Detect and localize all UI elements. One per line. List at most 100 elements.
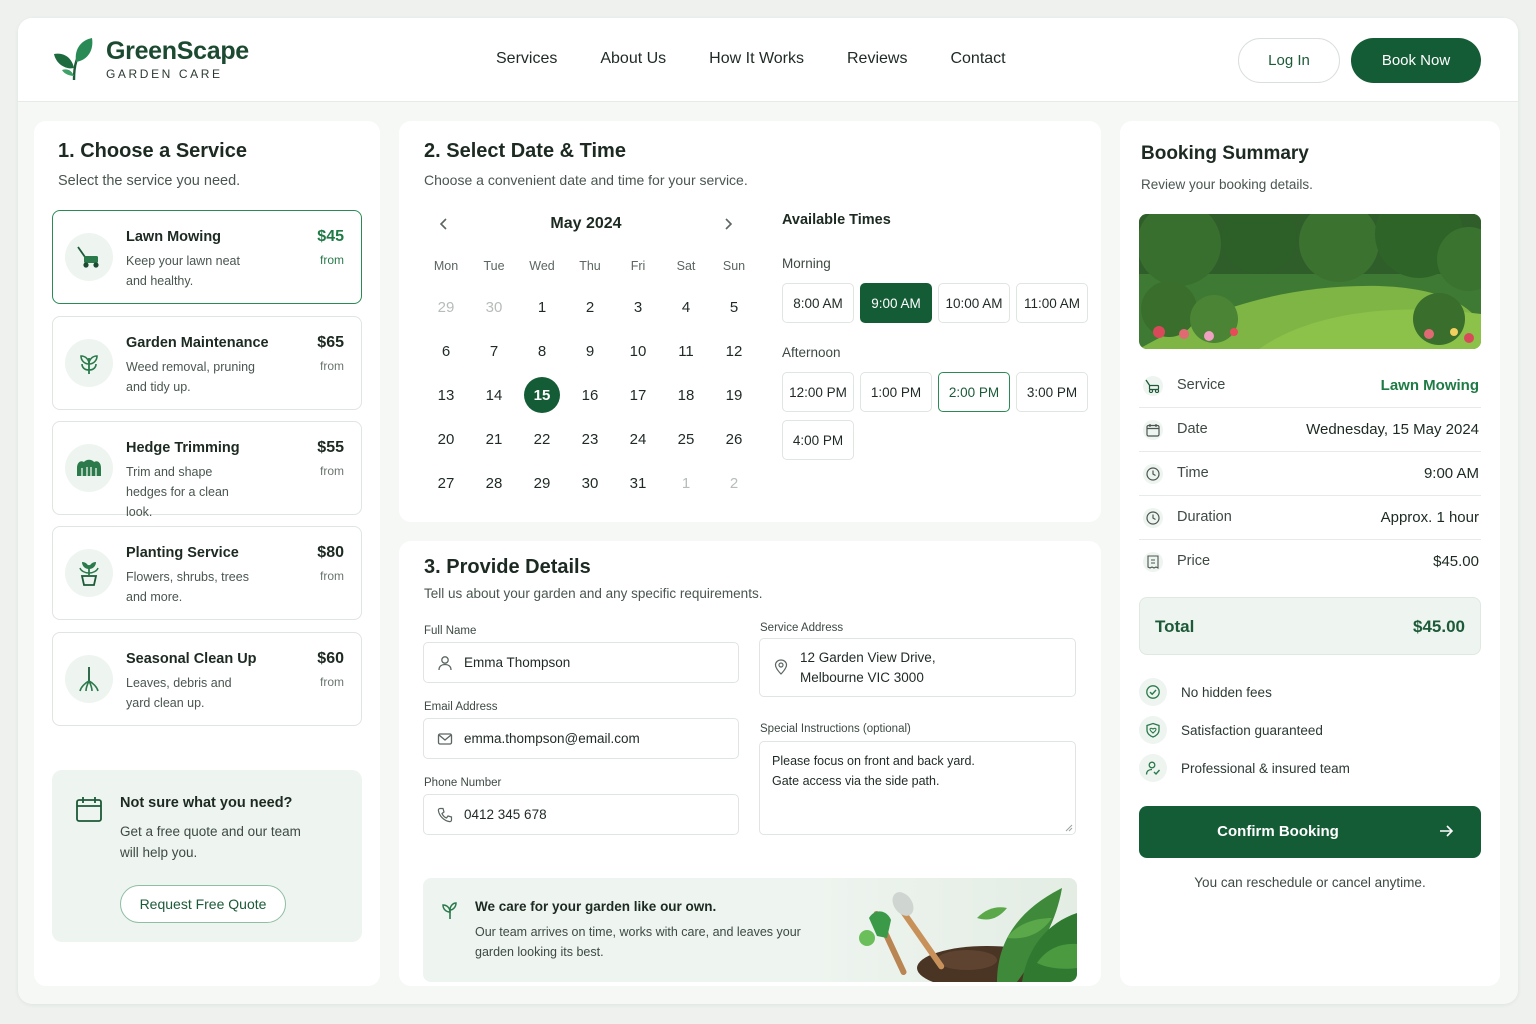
service-card-lawn-mowing[interactable]: Lawn Mowing Keep your lawn neat and heal…: [52, 210, 362, 304]
summary-row-duration: Duration Approx. 1 hour: [1139, 496, 1481, 540]
service-card-hedge-trimming[interactable]: Hedge Trimming Trim and shape hedges for…: [52, 421, 362, 519]
total-value: $45.00: [1413, 617, 1465, 636]
calendar-day[interactable]: 13: [422, 377, 470, 413]
calendar-day[interactable]: 21: [470, 421, 518, 457]
calendar-day[interactable]: 18: [662, 377, 710, 413]
service-card-garden-maintenance[interactable]: Garden Maintenance Weed removal, pruning…: [52, 316, 362, 410]
chevron-right-icon[interactable]: [721, 217, 735, 231]
calendar-day[interactable]: 1: [662, 465, 710, 501]
weekday-label: Sun: [722, 259, 746, 273]
morning-label: Morning: [782, 256, 831, 271]
nav-services[interactable]: Services: [496, 50, 557, 68]
calendar-day[interactable]: 26: [710, 421, 758, 457]
address-field[interactable]: 12 Garden View Drive, Melbourne VIC 3000: [759, 638, 1076, 697]
full-name-field[interactable]: Emma Thompson: [423, 642, 739, 683]
request-quote-button[interactable]: Request Free Quote: [120, 885, 286, 923]
calendar-day[interactable]: 1: [518, 289, 566, 325]
service-card-seasonal-clean-up[interactable]: Seasonal Clean Up Leaves, debris and yar…: [52, 632, 362, 726]
book-now-button[interactable]: Book Now: [1351, 38, 1481, 83]
calendar-day[interactable]: 11: [662, 333, 710, 369]
calendar-day[interactable]: 20: [422, 421, 470, 457]
nav-how-it-works[interactable]: How It Works: [709, 50, 804, 68]
calendar-day[interactable]: 9: [566, 333, 614, 369]
calendar-day[interactable]: 22: [518, 421, 566, 457]
provide-details-panel: 3. Provide Details Tell us about your ga…: [399, 541, 1101, 986]
calendar-day[interactable]: 10: [614, 333, 662, 369]
calendar-day[interactable]: 14: [470, 377, 518, 413]
service-from: from: [320, 253, 344, 267]
calendar-day[interactable]: 17: [614, 377, 662, 413]
phone-field[interactable]: 0412 345 678: [423, 794, 739, 835]
time-slot[interactable]: 12:00 PM: [782, 372, 854, 412]
time-slot[interactable]: 10:00 AM: [938, 283, 1010, 323]
calendar-day[interactable]: 16: [566, 377, 614, 413]
step3-title: 3. Provide Details: [424, 556, 591, 578]
calendar-day[interactable]: 2: [566, 289, 614, 325]
calendar-day[interactable]: 6: [422, 333, 470, 369]
email-field[interactable]: emma.thompson@email.com: [423, 718, 739, 759]
calendar-day[interactable]: 8: [518, 333, 566, 369]
calendar-day[interactable]: 23: [566, 421, 614, 457]
calendar-day-selected[interactable]: 15: [518, 377, 566, 413]
step1-subtitle: Select the service you need.: [58, 173, 241, 189]
step2-title: 2. Select Date & Time: [424, 140, 626, 162]
time-slot[interactable]: 2:00 PM: [938, 372, 1010, 412]
calendar-day[interactable]: 31: [614, 465, 662, 501]
time-slot[interactable]: 8:00 AM: [782, 283, 854, 323]
weekday-label: Wed: [529, 259, 555, 273]
time-slot[interactable]: 3:00 PM: [1016, 372, 1088, 412]
calendar-day[interactable]: 7: [470, 333, 518, 369]
service-card-planting-service[interactable]: Planting Service Flowers, shrubs, trees …: [52, 526, 362, 620]
reschedule-note: You can reschedule or cancel anytime.: [1194, 875, 1426, 890]
time-slot[interactable]: 1:00 PM: [860, 372, 932, 412]
calendar-day[interactable]: 28: [470, 465, 518, 501]
summary-label: Time: [1177, 465, 1209, 481]
confirm-booking-button[interactable]: Confirm Booking: [1139, 806, 1481, 858]
phone-label: Phone Number: [424, 777, 502, 789]
service-desc: Keep your lawn neat and healthy.: [126, 254, 240, 288]
garden-tools-illustration: [859, 888, 1077, 982]
time-slot[interactable]: 11:00 AM: [1016, 283, 1088, 323]
full-name-value: Emma Thompson: [464, 655, 571, 670]
summary-value: Lawn Mowing: [1380, 377, 1479, 394]
resize-handle-icon[interactable]: [1065, 824, 1073, 832]
time-slot[interactable]: 9:00 AM: [860, 283, 932, 323]
calendar-day[interactable]: 29: [422, 289, 470, 325]
calendar-day[interactable]: 3: [614, 289, 662, 325]
nav-contact[interactable]: Contact: [950, 50, 1005, 68]
login-button[interactable]: Log In: [1238, 38, 1340, 83]
service-from: from: [320, 359, 344, 373]
instructions-textarea[interactable]: Please focus on front and back yard. Gat…: [759, 741, 1076, 835]
weekday-label: Thu: [579, 259, 601, 273]
calendar-day[interactable]: 5: [710, 289, 758, 325]
calendar-day[interactable]: 29: [518, 465, 566, 501]
calendar-day[interactable]: 4: [662, 289, 710, 325]
brand-tagline: GARDEN CARE: [106, 67, 223, 81]
service-from: from: [320, 675, 344, 689]
address-line1: 12 Garden View Drive,: [800, 650, 936, 665]
nav-about-us[interactable]: About Us: [600, 50, 666, 68]
calendar-day[interactable]: 25: [662, 421, 710, 457]
user-icon: [438, 656, 452, 671]
calendar-day[interactable]: 12: [710, 333, 758, 369]
lawn-mower-icon: [65, 233, 113, 281]
main-nav: Services About Us How It Works Reviews C…: [496, 50, 1049, 68]
calendar-header: May 2024: [423, 215, 735, 233]
time-slot[interactable]: 4:00 PM: [782, 420, 854, 460]
step1-title: 1. Choose a Service: [58, 140, 247, 162]
calendar-day[interactable]: 19: [710, 377, 758, 413]
top-header: GreenScape GARDEN CARE Services About Us…: [18, 18, 1518, 102]
calendar-month: May 2024: [550, 215, 622, 232]
nav-reviews[interactable]: Reviews: [847, 50, 907, 68]
chevron-left-icon[interactable]: [437, 217, 451, 231]
calendar-day[interactable]: 30: [470, 289, 518, 325]
calendar-day[interactable]: 2: [710, 465, 758, 501]
summary-label: Service: [1177, 377, 1226, 393]
calendar-day[interactable]: 30: [566, 465, 614, 501]
summary-row-service: Service Lawn Mowing: [1139, 364, 1481, 408]
user-check-icon: [1139, 754, 1167, 782]
calendar-day[interactable]: 27: [422, 465, 470, 501]
step2-subtitle: Choose a convenient date and time for yo…: [424, 172, 748, 188]
calendar-day[interactable]: 24: [614, 421, 662, 457]
brand-logo[interactable]: GreenScape GARDEN CARE: [52, 36, 249, 82]
